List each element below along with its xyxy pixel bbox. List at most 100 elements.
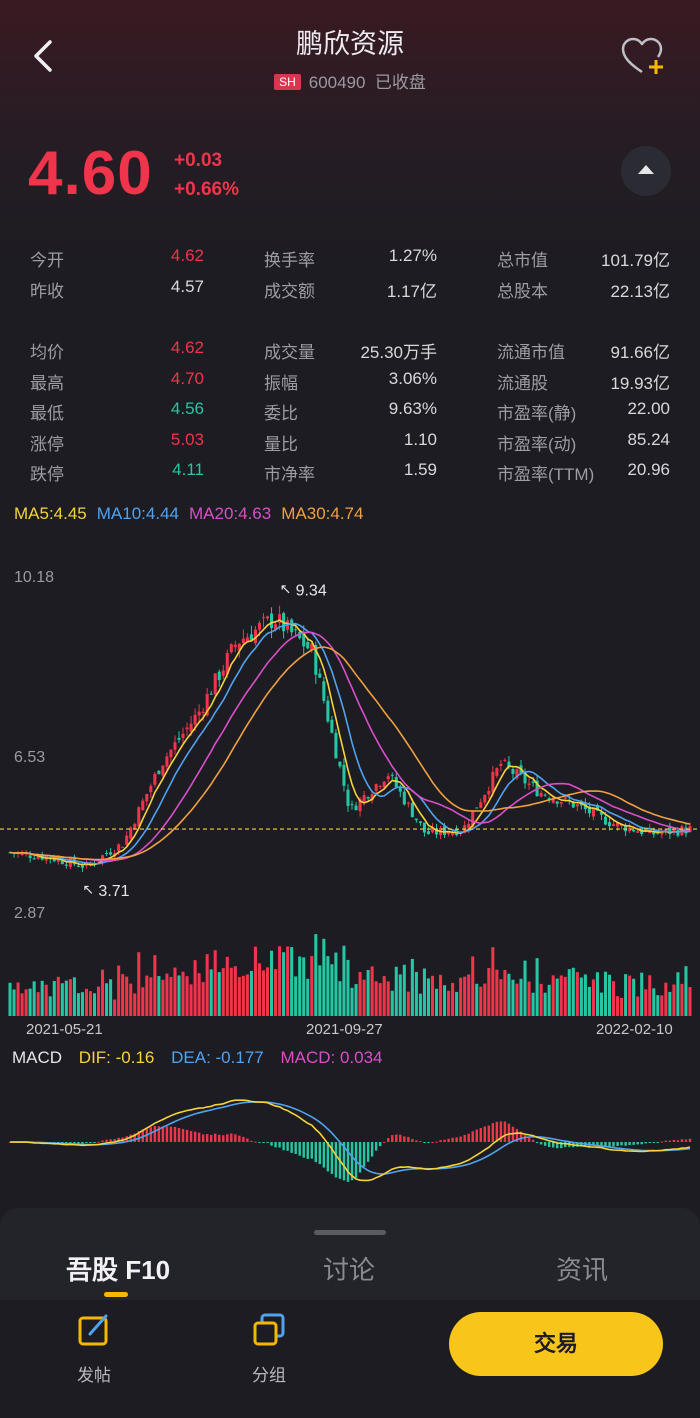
- post-button[interactable]: 发帖: [54, 1312, 134, 1386]
- volume-bar: [44, 984, 48, 1016]
- tab-news[interactable]: 资讯: [556, 1250, 608, 1287]
- macd-histogram-bar: [302, 1142, 305, 1158]
- stat-value: 1.17亿: [386, 282, 437, 301]
- volume-bar: [451, 982, 455, 1016]
- stat-value: 22.13亿: [610, 282, 670, 301]
- macd-histogram-bar: [89, 1142, 92, 1143]
- volume-bar: [656, 995, 660, 1016]
- volume-bar: [390, 990, 394, 1016]
- macd-histogram-bar: [105, 1139, 108, 1142]
- volume-bar: [24, 989, 28, 1016]
- candle-body: [141, 800, 145, 811]
- macd-histogram-bar: [173, 1126, 177, 1142]
- volume-bar: [575, 972, 579, 1016]
- volume-bar: [334, 952, 338, 1016]
- volume-bar: [374, 981, 378, 1016]
- macd-histogram-bar: [177, 1127, 181, 1142]
- volume-bar: [467, 974, 471, 1016]
- macd-histogram-bar: [648, 1142, 651, 1143]
- candle-body: [390, 774, 394, 776]
- volume-bar: [410, 958, 414, 1016]
- candle-body: [479, 802, 483, 808]
- candle-body: [563, 797, 567, 799]
- stat-label: 市盈率(TTM): [497, 465, 595, 484]
- candle-body: [326, 700, 330, 722]
- macd-histogram-bar: [278, 1142, 281, 1148]
- volume-bar: [491, 947, 495, 1016]
- tab-f10[interactable]: 吾股 F10: [66, 1250, 170, 1287]
- candle-body: [366, 797, 370, 799]
- volume-bar: [527, 981, 531, 1016]
- volume-bar: [205, 954, 209, 1016]
- candle-body: [410, 803, 414, 818]
- volume-bar: [664, 982, 668, 1016]
- candle-body: [531, 781, 535, 784]
- candle-body: [503, 759, 507, 761]
- macd-histogram-bar: [439, 1140, 442, 1142]
- price-change: +0.03 +0.66%: [174, 146, 239, 204]
- volume-bar: [318, 965, 322, 1016]
- volume-bar: [644, 989, 648, 1016]
- macd-histogram-bar: [189, 1131, 193, 1142]
- volume-bar: [197, 973, 201, 1016]
- collapse-stats-button[interactable]: [621, 146, 671, 196]
- macd-histogram-bar: [346, 1142, 350, 1182]
- add-favorite-heart-icon[interactable]: [620, 36, 666, 80]
- stat-value: 22.00: [627, 399, 670, 418]
- macd-histogram-bar: [282, 1142, 285, 1151]
- candle-body: [76, 865, 80, 867]
- volume-bar: [479, 986, 483, 1016]
- kline-chart[interactable]: 10.186.532.87↖ 9.34↖ 3.712021-05-21 2021-09…: [0, 540, 700, 1220]
- macd-histogram-bar: [451, 1137, 454, 1142]
- candle-body: [177, 738, 181, 740]
- macd-histogram-bar: [387, 1138, 390, 1142]
- tab-discussion[interactable]: 讨论: [323, 1250, 375, 1287]
- volume-bar: [314, 934, 318, 1016]
- macd-histogram-bar: [201, 1134, 205, 1142]
- volume-bar: [599, 992, 603, 1016]
- stat-value: 4.57: [170, 277, 204, 296]
- volume-bar: [209, 969, 213, 1016]
- stock-name-title: 鹏欣资源: [296, 29, 404, 59]
- macd-histogram-bar: [487, 1125, 491, 1142]
- volume-bar: [358, 972, 362, 1016]
- volume-bar: [326, 956, 330, 1016]
- group-button[interactable]: 分组: [229, 1312, 309, 1386]
- macd-histogram-bar: [688, 1138, 692, 1142]
- drag-handle[interactable]: [314, 1230, 386, 1235]
- candle-body: [213, 673, 217, 695]
- candle-body: [209, 693, 213, 695]
- volume-bar: [249, 970, 253, 1016]
- candle-body: [217, 671, 221, 681]
- candle-body: [306, 642, 310, 649]
- volume-bar: [60, 983, 64, 1016]
- date-tick-label: 2021-09-27: [306, 1021, 383, 1038]
- stat-label: 市盈率(静): [497, 404, 577, 423]
- volume-bar: [48, 996, 52, 1016]
- macd-histogram-bar: [531, 1139, 535, 1142]
- ma-line-ma10: [9, 622, 691, 865]
- macd-histogram-bar: [676, 1140, 680, 1142]
- volume-bar: [185, 976, 189, 1016]
- volume-bar: [213, 950, 217, 1016]
- candle-body: [612, 824, 616, 826]
- candle-body: [197, 711, 201, 716]
- volume-bar: [567, 969, 571, 1016]
- volume-bar: [547, 984, 551, 1016]
- volume-bar: [354, 984, 358, 1016]
- stat-label: 最低: [30, 404, 64, 423]
- macd-histogram-bar: [366, 1142, 370, 1162]
- macd-histogram-bar: [153, 1126, 157, 1142]
- stat-value: 91.66亿: [610, 343, 670, 362]
- annotation-arrow-icon: ↖: [280, 582, 292, 598]
- stat-label: 流通市值: [497, 343, 565, 362]
- candle-body: [406, 802, 410, 804]
- candle-body: [483, 794, 487, 803]
- change-amount: +0.03: [174, 150, 223, 171]
- macd-histogram-bar: [624, 1142, 627, 1146]
- volume-bar: [507, 973, 511, 1016]
- y-axis-label: 2.87: [14, 905, 45, 922]
- volume-bar: [286, 946, 290, 1016]
- macd-histogram-bar: [652, 1142, 655, 1143]
- trade-button[interactable]: 交易: [449, 1312, 663, 1376]
